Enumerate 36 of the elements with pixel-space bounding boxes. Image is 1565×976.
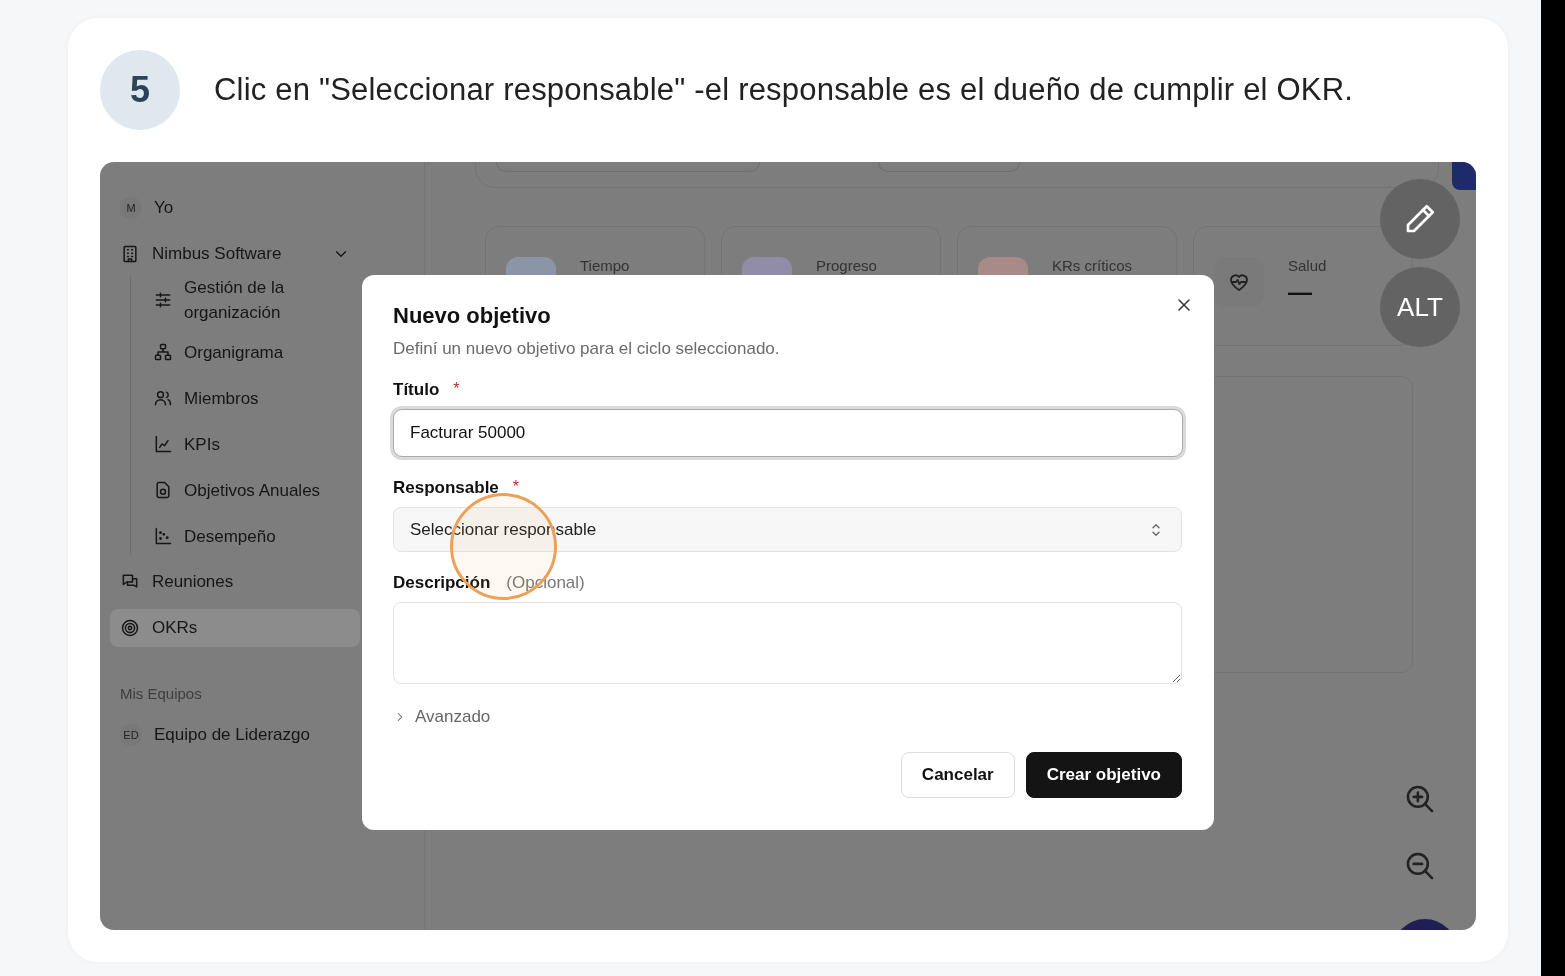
building-icon bbox=[120, 244, 140, 264]
avatar: M bbox=[120, 197, 142, 219]
dialog-title: Nuevo objetivo bbox=[393, 303, 552, 329]
avatar: ED bbox=[120, 724, 142, 746]
stat-label: Tiempo bbox=[580, 257, 630, 274]
required-mark: * bbox=[512, 478, 520, 496]
stat-value: — bbox=[1288, 280, 1313, 304]
required-mark: * bbox=[453, 380, 460, 398]
nav-item[interactable]: Nimbus Software bbox=[110, 235, 360, 273]
tab-corner bbox=[1452, 162, 1476, 190]
nav-item[interactable]: M Yo bbox=[110, 189, 360, 227]
stat-label: Salud bbox=[1288, 257, 1327, 274]
dialog-subtitle: Definí un nuevo objetivo para el ciclo seleccionado. bbox=[393, 339, 781, 359]
alt-button[interactable]: ALT bbox=[1380, 267, 1460, 347]
field-label: Título bbox=[393, 380, 440, 400]
nav-item[interactable]: ED Equipo de Liderazgo bbox=[110, 716, 360, 754]
document-icon bbox=[153, 480, 173, 500]
step-number: 5 bbox=[100, 50, 180, 130]
sliders-icon bbox=[153, 290, 173, 310]
step-instruction: Clic en "Seleccionar responsable" -el responsable es el dueño de cumplir el OKR. bbox=[214, 72, 1354, 108]
stat-label: Progreso bbox=[816, 257, 877, 274]
title-field[interactable]: Facturar 50000 bbox=[393, 409, 1183, 457]
description-field[interactable] bbox=[393, 602, 1182, 684]
chart-icon bbox=[153, 434, 173, 454]
scatter-chart-icon bbox=[153, 526, 173, 546]
field-label: Responsable bbox=[393, 478, 499, 498]
users-icon bbox=[153, 388, 173, 408]
nav-item[interactable]: Reuniones bbox=[110, 563, 360, 601]
section-heading: Mis Equipos bbox=[120, 685, 203, 702]
stat-label: KRs críticos bbox=[1052, 257, 1132, 274]
target-icon bbox=[120, 618, 140, 638]
cancel-button[interactable]: Cancelar bbox=[900, 752, 1015, 798]
create-button[interactable]: Crear objetivo bbox=[1025, 752, 1182, 798]
nav-item[interactable]: OKRs bbox=[110, 609, 360, 647]
advanced-toggle[interactable]: Avanzado bbox=[393, 707, 503, 727]
org-chart-icon bbox=[153, 342, 173, 362]
